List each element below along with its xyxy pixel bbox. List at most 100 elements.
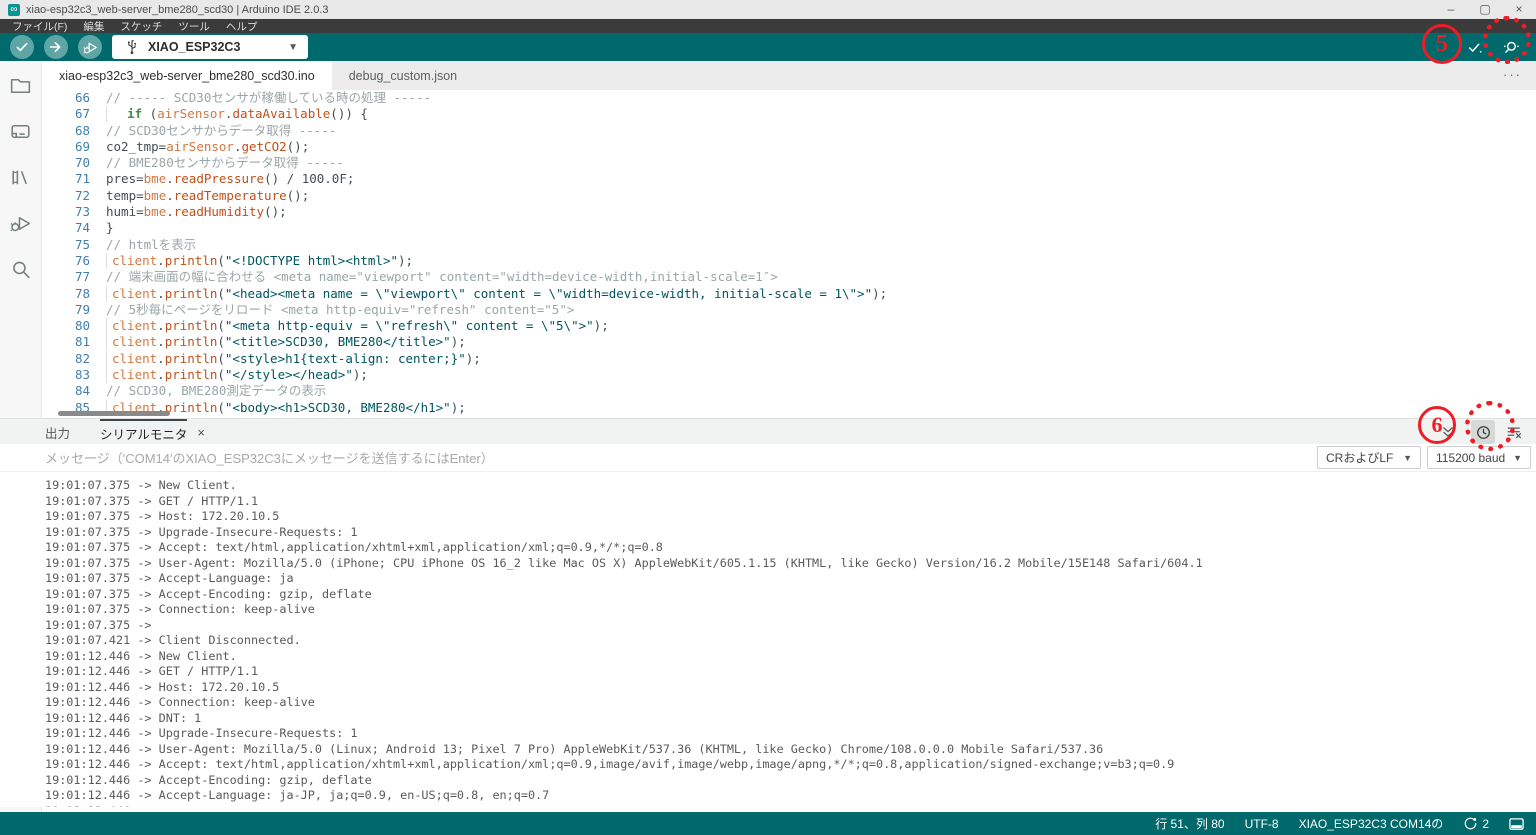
window-title: xiao-esp32c3_web-server_bme280_scd30 | A… (26, 3, 329, 16)
line-number: 66 (74, 90, 90, 105)
upload-button[interactable] (44, 35, 68, 59)
code-editor[interactable]: 66 // ----- SCD30センサが稼働している時の処理 ----- 67 i… (42, 90, 1536, 418)
menu-sketch[interactable]: スケッチ (112, 19, 170, 34)
more-actions-icon[interactable]: ··· (1503, 67, 1522, 82)
arrow-right-icon (49, 41, 61, 53)
sidebar-item-sketchbook[interactable] (8, 73, 33, 98)
serial-log-line: 19:01:07.375 -> Connection: keep-alive (45, 602, 315, 616)
chevron-down-icon: ▼ (288, 41, 298, 53)
code-text: client.println("<title>SCD30, BME280</ti… (106, 334, 1536, 351)
code-line: 83 client.println("</style></head>"); (42, 367, 1536, 384)
cursor-position[interactable]: 行 51、列 80 (1155, 815, 1224, 832)
sidebar-item-debug[interactable] (8, 211, 33, 236)
tab-sketch-ino[interactable]: xiao-esp32c3_web-server_bme280_scd30.ino (42, 61, 332, 90)
debug-button[interactable] (78, 35, 102, 59)
code-line: 74} (42, 220, 1536, 236)
code-line: 84 // SCD30, BME280測定データの表示 (42, 383, 1536, 399)
line-number: 68 (74, 122, 90, 138)
line-number: 67 (74, 106, 90, 122)
toggle-panel-button[interactable] (1509, 817, 1524, 831)
board-icon (11, 124, 30, 139)
serial-log-line: 19:01:12.446 -> Connection: keep-alive (45, 695, 315, 709)
code-line: 78 client.println("<head><meta name = \"v… (42, 285, 1536, 302)
code-text: // ----- SCD30センサが稼働している時の処理 ----- (106, 90, 432, 105)
code-text: client.println("<style>h1{text-align: ce… (106, 350, 1536, 367)
panel-layout-icon (1509, 817, 1524, 830)
usb-icon (127, 39, 136, 54)
serial-log-line: 19:01:07.375 -> (45, 617, 152, 632)
notifications-icon (1464, 817, 1477, 830)
serial-log-line: 19:01:12.446 -> New Client. (45, 648, 237, 663)
serial-log-line: 19:01:12.446 -> Accept: text/html,applic… (45, 757, 1175, 771)
verify-button[interactable] (10, 35, 34, 59)
code-line: 71 pres=bme.readPressure() / 100.0F; (42, 171, 1536, 187)
editor-tab-bar: xiao-esp32c3_web-server_bme280_scd30.ino… (42, 61, 1536, 90)
horizontal-scrollbar[interactable] (58, 411, 170, 416)
code-text: // SCD30, BME280測定データの表示 (106, 383, 327, 399)
code-text: // BME280センサからデータ取得 ----- (106, 155, 344, 171)
code-line: 82 client.println("<style>h1{text-align: … (42, 350, 1536, 367)
title-bar: ∞ xiao-esp32c3_web-server_bme280_scd30 |… (0, 0, 1536, 19)
code-text: client.println("<!DOCTYPE html><html>"); (106, 252, 1536, 269)
line-number: 84 (74, 383, 90, 399)
board-selector[interactable]: XIAO_ESP32C3 ▼ (112, 35, 308, 59)
menu-file[interactable]: ファイル(F) (4, 19, 75, 34)
serial-log-line: 19:01:12.446 -> GET / HTTP/1.1 (45, 664, 259, 678)
close-serial-tab-icon[interactable]: × (197, 419, 205, 445)
line-number: 72 (74, 187, 90, 203)
code-line: 67 if (airSensor.dataAvailable()) { (42, 106, 1536, 123)
sidebar-item-search[interactable] (8, 257, 33, 282)
books-icon (12, 170, 27, 185)
menu-edit[interactable]: 編集 (75, 19, 112, 34)
menu-help[interactable]: ヘルプ (218, 19, 266, 34)
notifications-button[interactable]: 2 (1463, 816, 1489, 831)
line-number: 80 (74, 318, 90, 334)
toolbar: XIAO_ESP32C3 ▼ (0, 33, 1536, 61)
annotation-dotted-circle-timestamp (1465, 401, 1515, 451)
serial-log-line: 19:01:07.375 -> New Client. (45, 478, 237, 492)
menu-bar: ファイル(F) 編集 スケッチ ツール ヘルプ (0, 19, 1536, 33)
maximize-button[interactable]: ▢ (1468, 0, 1502, 19)
chevron-down-icon: ▼ (1513, 452, 1522, 463)
tab-output[interactable]: 出力 (45, 419, 70, 445)
code-text: } (106, 220, 114, 236)
serial-log-line: 19:01:07.375 -> Upgrade-Insecure-Request… (45, 524, 358, 539)
line-number: 70 (74, 155, 90, 171)
serial-message-input[interactable]: メッセージ（'COM14'のXIAO_ESP32C3にメッセージを送信するにはE… (45, 448, 494, 467)
menu-tools[interactable]: ツール (170, 19, 218, 34)
code-text: // SCD30センサからデータ取得 ----- (106, 122, 337, 138)
tab-debug-custom-json[interactable]: debug_custom.json (332, 61, 474, 90)
code-text: client.println("</style></head>"); (106, 367, 1536, 384)
minimize-button[interactable]: – (1434, 0, 1468, 19)
chevron-down-icon: ▼ (1403, 452, 1412, 463)
folder-icon (10, 78, 31, 94)
code-line: 66 // ----- SCD30センサが稼働している時の処理 ----- (42, 90, 1536, 106)
sidebar-item-library-manager[interactable] (8, 165, 33, 190)
line-number: 75 (74, 236, 90, 252)
serial-log-line: 19:01:12.446 -> Accept-Language: ja-JP, … (45, 788, 550, 802)
code-line: 68 // SCD30センサからデータ取得 ----- (42, 123, 1536, 139)
serial-monitor-output[interactable]: 19:01:07.375 -> New Client. 19:01:07.375 … (0, 472, 1536, 807)
board-port-indicator[interactable]: XIAO_ESP32C3 COM14の (1299, 815, 1444, 832)
arduino-app-icon: ∞ (8, 3, 20, 16)
code-line: 76 client.println("<!DOCTYPE html><html>"… (42, 252, 1536, 269)
code-text: client.println("<meta http-equiv = \"ref… (106, 318, 1536, 335)
serial-log-line: 19:01:07.375 -> Accept-Encoding: gzip, d… (45, 586, 372, 601)
code-text: humi=bme.readHumidity(); (106, 204, 287, 220)
line-number: 79 (74, 301, 90, 317)
code-text: client.println("<head><meta name = \"vie… (106, 285, 1536, 302)
line-ending-select[interactable]: CRおよびLF ▼ (1317, 446, 1421, 469)
code-text: pres=bme.readPressure() / 100.0F; (106, 171, 355, 187)
annotation-dotted-circle-serial-monitor (1483, 16, 1531, 64)
tab-serial-monitor[interactable]: シリアルモニタ (100, 419, 188, 445)
line-number: 77 (74, 269, 90, 285)
code-text: // 5秒毎にページをリロード <meta http-equiv="refres… (106, 301, 575, 317)
line-number: 81 (74, 334, 90, 350)
code-line: 80 client.println("<meta http-equiv = \"r… (42, 318, 1536, 335)
baud-rate-select[interactable]: 115200 baud ▼ (1427, 446, 1531, 469)
sidebar-item-boards-manager[interactable] (8, 119, 33, 144)
arduino-ide-window: ∞ xiao-esp32c3_web-server_bme280_scd30 |… (0, 0, 1536, 835)
encoding-indicator[interactable]: UTF-8 (1245, 817, 1279, 831)
serial-log-line: 19:01:07.375 -> Host: 172.20.10.5 (45, 509, 280, 523)
serial-log-line: 19:01:12.446 -> User-Agent: Mozilla/5.0 … (45, 741, 1104, 756)
